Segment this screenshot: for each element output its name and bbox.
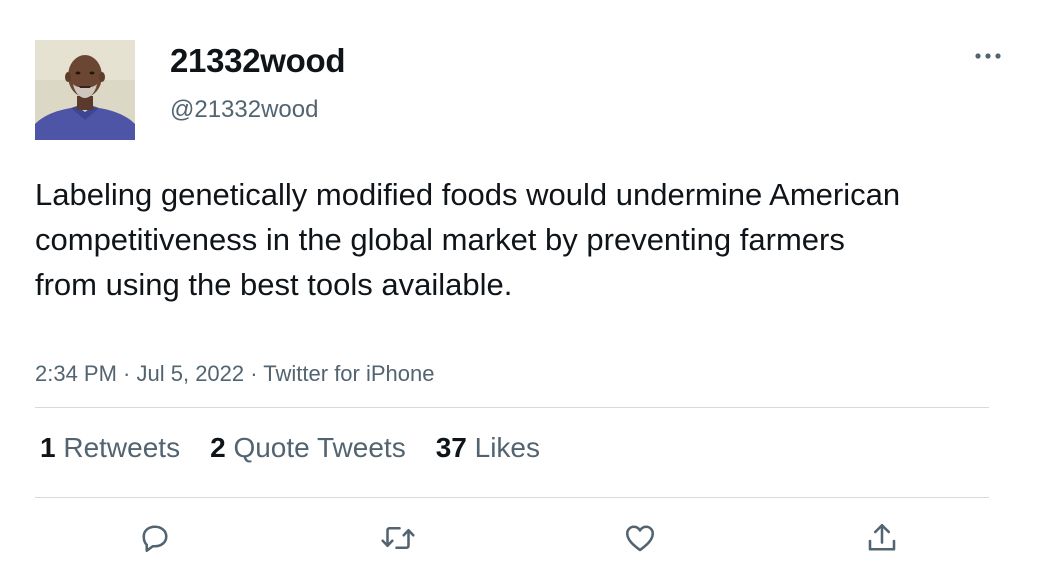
tweet-card: 21332wood @21332wood Labeling geneticall… (0, 0, 1050, 570)
tweet-source[interactable]: Twitter for iPhone (263, 361, 434, 386)
share-button[interactable] (860, 516, 904, 560)
reply-icon (142, 525, 168, 553)
reply-button[interactable] (133, 516, 177, 560)
quote-tweets-label: Quote Tweets (233, 432, 406, 463)
likes-count: 37 (435, 432, 467, 463)
meta-separator: · (244, 361, 264, 386)
share-icon (868, 523, 896, 551)
retweets-stat[interactable]: 1 Retweets (40, 432, 180, 464)
user-handle[interactable]: @21332wood (170, 96, 318, 124)
retweet-icon (381, 526, 415, 550)
likes-stat[interactable]: 37 Likes (436, 432, 540, 464)
retweets-label: Retweets (63, 432, 181, 463)
more-options-button[interactable] (968, 40, 1008, 72)
divider (35, 407, 989, 408)
quote-tweets-stat[interactable]: 2 Quote Tweets (210, 432, 406, 464)
avatar[interactable] (35, 40, 135, 140)
quote-tweets-count: 2 (210, 432, 226, 463)
heart-icon (625, 525, 655, 552)
retweet-button[interactable] (376, 516, 420, 560)
engagement-stats: 1 Retweets 2 Quote Tweets 37 Likes (40, 432, 540, 464)
tweet-text: Labeling genetically modified foods woul… (35, 177, 901, 302)
divider (35, 497, 989, 498)
display-name[interactable]: 21332wood (170, 42, 346, 80)
more-horizontal-icon (975, 53, 1001, 59)
likes-label: Likes (474, 432, 541, 463)
tweet-date[interactable]: Jul 5, 2022 (137, 361, 245, 386)
meta-separator: · (116, 361, 137, 386)
like-button[interactable] (618, 516, 662, 560)
tweet-time[interactable]: 2:34 PM (35, 361, 117, 386)
retweets-count: 1 (40, 432, 56, 463)
tweet-metadata: 2:34 PM · Jul 5, 2022 · Twitter for iPho… (35, 361, 434, 387)
